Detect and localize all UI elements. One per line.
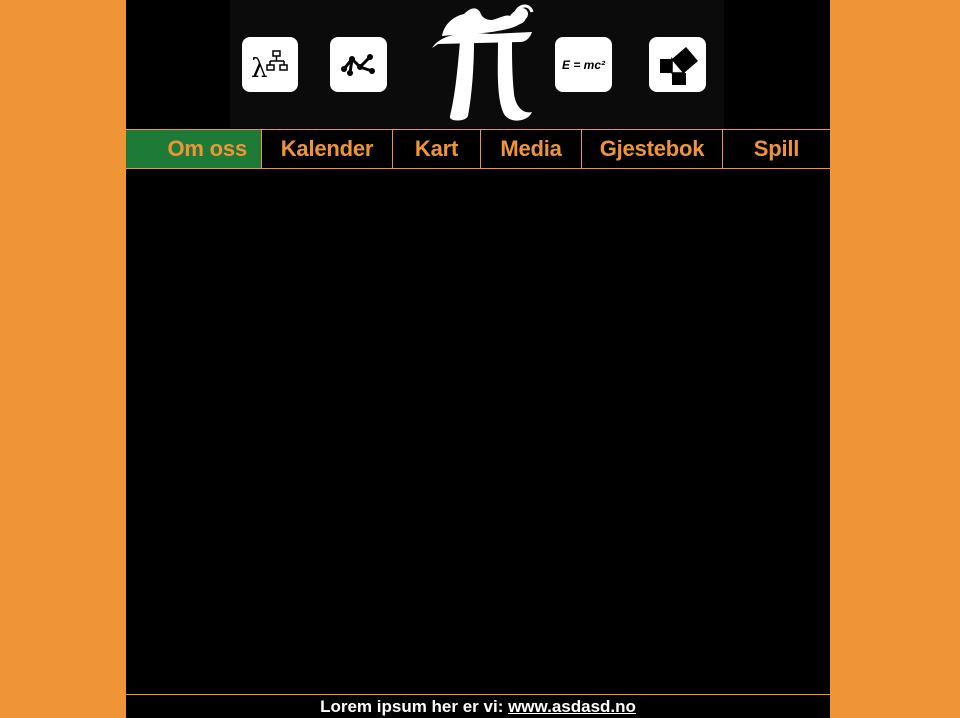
header-banner: λ E = mc² <box>230 0 724 128</box>
nav-item-kart[interactable]: Kart <box>393 130 481 168</box>
nav-item-media[interactable]: Media <box>481 130 582 168</box>
footer-text: Lorem ipsum her er vi: <box>320 697 509 716</box>
pythagoras-squares-icon <box>649 37 706 92</box>
nav-item-gjestebok[interactable]: Gjestebok <box>582 130 723 168</box>
nav-item-kalender[interactable]: Kalender <box>262 130 393 168</box>
footer-website-link[interactable]: www.asdasd.no <box>508 697 636 716</box>
nav-item-spill[interactable]: Spill <box>723 130 830 168</box>
footer: Lorem ipsum her er vi: www.asdasd.no <box>126 694 830 718</box>
nav-item-om-oss[interactable]: Om oss <box>126 130 262 168</box>
emc-formula-text: E = mc² <box>561 57 606 72</box>
graph-network-icon <box>330 37 387 92</box>
e-equals-mc2-icon: E = mc² <box>555 37 612 92</box>
pi-woman-logo <box>420 2 542 129</box>
lambda-flowchart-icon: λ <box>242 37 298 92</box>
page-container: λ E = mc² Om oss Kalender Kart Media Gje… <box>126 0 830 718</box>
svg-text:λ: λ <box>251 54 267 83</box>
main-navigation: Om oss Kalender Kart Media Gjestebok Spi… <box>126 129 830 169</box>
